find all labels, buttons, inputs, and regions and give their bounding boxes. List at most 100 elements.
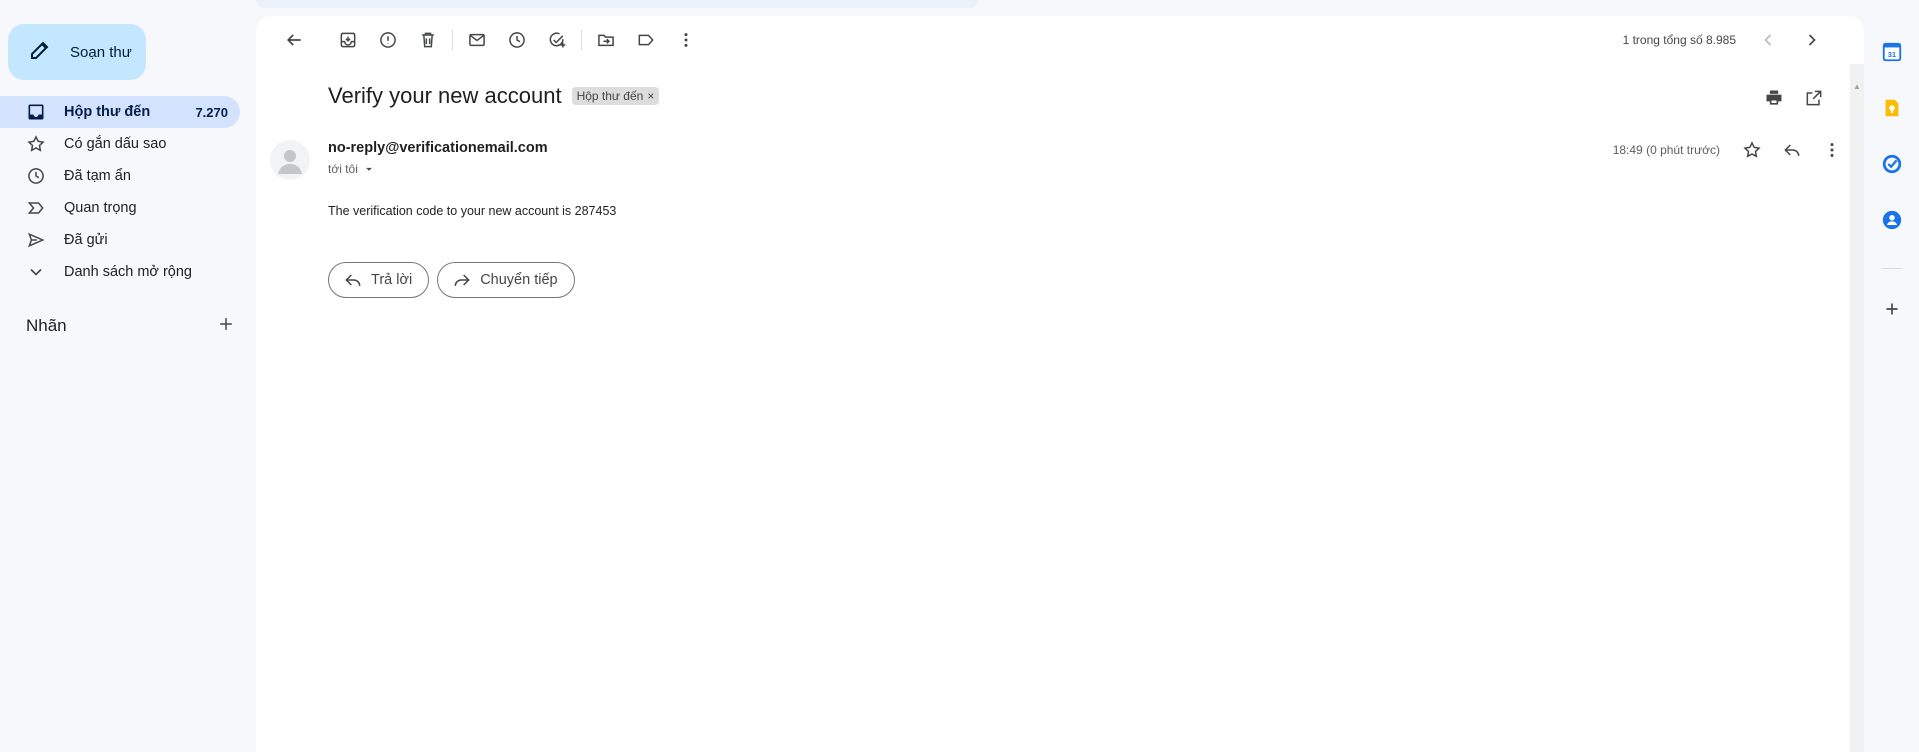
side-panel-divider [1881,268,1902,269]
sidebar-item-label: Danh sách mở rộng [64,264,192,280]
mark-unread-button[interactable] [457,20,497,60]
subject-row: Verify your new account Hộp thư đến × [328,80,660,112]
gmail-app: Soạn thư Hộp thư đến 7.270 Có gắn dấu sa… [0,0,1919,752]
printer-icon [1766,90,1782,105]
scroll-up-icon[interactable]: ▲ [1853,82,1861,91]
tasks-icon [1882,154,1901,174]
sender-email[interactable]: no-reply@verificationemail.com [328,140,548,156]
person-icon [278,150,302,174]
star-icon [1743,141,1761,158]
inbox-icon [26,102,46,122]
plus-icon [1886,303,1897,315]
sidebar-item-label: Đã gửi [64,232,108,248]
more-vert-icon [684,33,688,47]
snooze-button[interactable] [497,20,537,60]
sidebar-item-sent[interactable]: Đã gửi [0,224,240,256]
compose-label: Soạn thư [70,43,132,61]
chevron-right-icon [1808,34,1816,46]
sidebar-item-more[interactable]: Danh sách mở rộng [0,256,240,288]
add-label-icon[interactable] [216,314,236,339]
recipient-details[interactable]: tới tôi [328,162,376,176]
report-spam-button[interactable] [368,20,408,60]
subject-actions [1756,80,1832,116]
reply-button[interactable] [1774,132,1810,168]
calendar-day: 31 [1887,50,1895,59]
message-body: The verification code to your new accoun… [328,204,617,218]
newer-button[interactable] [1748,20,1788,60]
forward-pill-button[interactable]: Chuyển tiếp [437,262,575,298]
send-icon [26,230,46,250]
arrow-left-icon [286,34,301,46]
forward-label: Chuyển tiếp [480,272,558,288]
side-panel: 31 [1864,0,1919,752]
sidebar-item-important[interactable]: Quan trọng [0,192,240,224]
forward-icon [454,274,470,286]
chip-label: Hộp thư đến [576,89,644,103]
chevron-left-icon [1764,34,1772,46]
sidebar-item-starred[interactable]: Có gắn dấu sao [0,128,240,160]
reply-icon [1784,144,1800,156]
contacts-icon [1882,210,1901,230]
recipient-label: tới tôi [328,162,358,176]
labels-header: Nhãn [26,314,236,338]
message-pane: 1 trong tổng số 8.985 Verify your new ac… [256,16,1864,752]
get-addons-button[interactable] [1870,287,1914,331]
sidebar-item-label: Đã tạm ẩn [64,168,131,184]
unread-count: 7.270 [195,104,228,120]
pagination: 1 trong tổng số 8.985 [1623,20,1832,60]
sidebar-item-label: Quan trọng [64,200,137,216]
search-bar-edge [256,0,978,8]
message-toolbar: 1 trong tổng số 8.985 [256,16,1864,64]
compose-button[interactable]: Soạn thư [8,24,146,80]
reply-label: Trả lời [371,272,413,288]
scrollbar[interactable] [1850,64,1864,752]
toolbar-divider [318,30,324,50]
open-in-new-icon [1806,90,1822,106]
message-more-button[interactable] [1814,132,1850,168]
reply-pill-button[interactable]: Trả lời [328,262,430,298]
important-icon [26,198,46,218]
mail-icon [469,33,485,47]
contacts-app-button[interactable] [1870,198,1914,242]
labels-title: Nhãn [26,316,67,335]
archive-button[interactable] [328,20,368,60]
calendar-icon: 31 [1882,42,1901,62]
add-to-tasks-button[interactable] [537,20,577,60]
trash-icon [422,32,434,48]
more-vert-icon [1830,143,1834,157]
toolbar-divider [581,30,582,50]
print-button[interactable] [1756,80,1792,116]
chevron-down-icon [26,262,46,282]
star-button[interactable] [1734,132,1770,168]
left-sidebar: Soạn thư Hộp thư đến 7.270 Có gắn dấu sa… [0,0,256,752]
label-icon [638,34,654,46]
caret-down-icon [365,167,372,171]
back-button[interactable] [274,20,314,60]
sidebar-nav: Hộp thư đến 7.270 Có gắn dấu sao Đã tạm … [0,96,240,288]
delete-button[interactable] [408,20,448,60]
reply-actions: Trả lời Chuyển tiếp [328,262,575,298]
keep-app-button[interactable] [1870,86,1914,130]
sidebar-item-inbox[interactable]: Hộp thư đến 7.270 [0,96,240,128]
add-task-icon [549,32,566,48]
email-subject: Verify your new account [328,83,562,108]
sender-avatar [270,140,310,180]
older-button[interactable] [1792,20,1832,60]
pager-text: 1 trong tổng số 8.985 [1622,33,1736,47]
remove-label-icon[interactable]: × [647,89,654,103]
move-to-button[interactable] [586,20,626,60]
tasks-app-button[interactable] [1870,142,1914,186]
open-new-window-button[interactable] [1796,80,1832,116]
archive-icon [340,32,356,48]
clock-icon [509,32,525,48]
more-options-button[interactable] [666,20,706,60]
reply-icon [345,274,361,286]
sidebar-item-snoozed[interactable]: Đã tạm ẩn [0,160,240,192]
labels-button[interactable] [626,20,666,60]
clock-icon [26,166,46,186]
toolbar-divider [452,30,453,50]
inbox-label-chip[interactable]: Hộp thư đến × [571,87,660,105]
spam-icon [380,32,396,48]
keep-icon [1885,99,1898,117]
calendar-app-button[interactable]: 31 [1870,30,1914,74]
